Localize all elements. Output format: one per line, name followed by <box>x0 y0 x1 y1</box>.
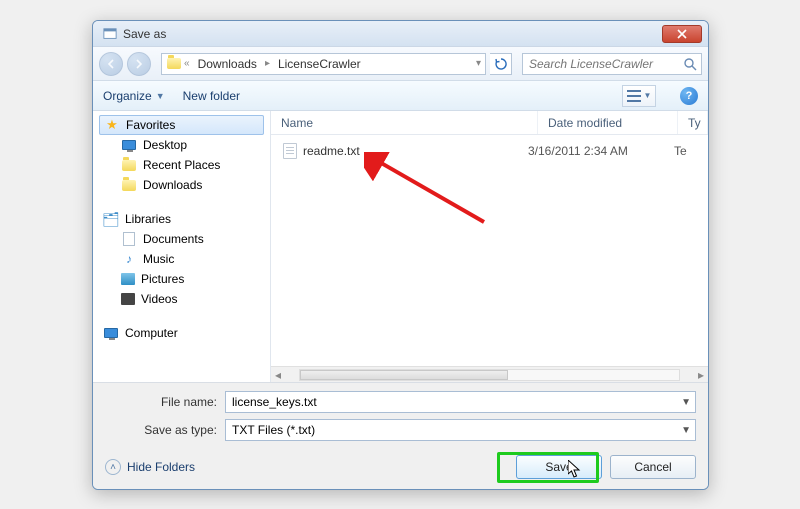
file-type: Te <box>674 144 704 158</box>
chevron-up-icon: ˄ <box>105 459 121 475</box>
chevron-right-icon: ▸ <box>265 58 270 69</box>
sidebar-item-label: Recent Places <box>143 158 220 172</box>
search-input[interactable] <box>523 54 701 74</box>
nav-forward-button[interactable] <box>127 52 151 76</box>
arrow-right-icon <box>134 59 144 69</box>
column-header-name[interactable]: Name <box>271 111 538 134</box>
new-folder-button[interactable]: New folder <box>183 89 240 103</box>
sidebar-item-documents[interactable]: Documents <box>99 229 270 249</box>
close-button[interactable] <box>662 25 702 43</box>
help-icon: ? <box>686 90 693 102</box>
save-form: File name: ▼ Save as type: TXT Files (*.… <box>93 382 708 489</box>
refresh-icon <box>495 58 507 70</box>
file-name: readme.txt <box>303 144 522 158</box>
sidebar-group-favorites[interactable]: ★ Favorites <box>99 115 264 135</box>
refresh-button[interactable] <box>490 53 512 75</box>
file-date: 3/16/2011 2:34 AM <box>528 144 668 158</box>
sidebar-item-videos[interactable]: Videos <box>99 289 270 309</box>
arrow-left-icon <box>106 59 116 69</box>
window-title: Save as <box>123 27 662 41</box>
address-breadcrumb[interactable]: « Downloads ▸ LicenseCrawler ▾ <box>161 53 486 75</box>
column-headers: Name Date modified Ty <box>271 111 708 135</box>
column-header-date[interactable]: Date modified <box>538 111 678 134</box>
sidebar-item-downloads[interactable]: Downloads <box>99 175 270 195</box>
sidebar-group-label: Computer <box>125 326 178 340</box>
folder-icon <box>121 157 137 173</box>
sidebar-item-label: Pictures <box>141 272 184 286</box>
column-header-type[interactable]: Ty <box>678 111 708 134</box>
computer-icon <box>103 325 119 341</box>
text-file-icon <box>283 143 297 159</box>
search-icon <box>683 57 697 71</box>
nav-back-button[interactable] <box>99 52 123 76</box>
sidebar-group-label: Favorites <box>126 118 175 132</box>
save-button[interactable]: Save <box>516 455 602 479</box>
sidebar-item-label: Downloads <box>143 178 202 192</box>
sidebar-item-label: Desktop <box>143 138 187 152</box>
sidebar-item-label: Music <box>143 252 174 266</box>
window-icon <box>103 27 117 41</box>
view-options-button[interactable]: ▼ <box>622 85 656 107</box>
folder-icon <box>121 177 137 193</box>
sidebar-item-desktop[interactable]: Desktop <box>99 135 270 155</box>
monitor-icon <box>121 137 137 153</box>
documents-icon <box>121 231 137 247</box>
breadcrumb-item[interactable]: LicenseCrawler <box>272 57 367 71</box>
scroll-left-icon[interactable]: ◂ <box>271 368 285 382</box>
filename-field[interactable]: ▼ <box>225 391 696 413</box>
scrollbar-thumb[interactable] <box>300 370 508 380</box>
sidebar-item-recent-places[interactable]: Recent Places <box>99 155 270 175</box>
chevron-down-icon: ▼ <box>156 91 165 101</box>
chevron-right-icon: « <box>184 58 190 69</box>
sidebar-group-libraries[interactable]: 🗂 Libraries <box>99 209 270 229</box>
hide-folders-button[interactable]: ˄ Hide Folders <box>105 459 195 475</box>
savetype-value: TXT Files (*.txt) <box>232 423 315 437</box>
chevron-down-icon[interactable]: ▼ <box>681 425 691 436</box>
pictures-icon <box>121 273 135 285</box>
chevron-down-icon: ▼ <box>644 91 652 100</box>
save-as-dialog: Save as « Downloads ▸ LicenseCrawler ▾ <box>92 20 709 490</box>
sidebar-group-computer[interactable]: Computer <box>99 323 270 343</box>
search-box[interactable] <box>522 53 702 75</box>
videos-icon <box>121 293 135 305</box>
libraries-icon: 🗂 <box>103 211 119 227</box>
star-icon: ★ <box>104 117 120 133</box>
folder-icon <box>166 56 182 72</box>
sidebar-group-label: Libraries <box>125 212 171 226</box>
toolbar: Organize ▼ New folder ▼ ? <box>93 81 708 111</box>
sidebar-item-music[interactable]: ♪ Music <box>99 249 270 269</box>
chevron-down-icon[interactable]: ▼ <box>681 397 691 408</box>
organize-button[interactable]: Organize ▼ <box>103 89 165 103</box>
cancel-button[interactable]: Cancel <box>610 455 696 479</box>
filename-input[interactable] <box>232 395 689 409</box>
music-icon: ♪ <box>121 251 137 267</box>
close-icon <box>677 29 687 39</box>
sidebar-item-label: Videos <box>141 292 177 306</box>
savetype-label: Save as type: <box>105 423 225 437</box>
breadcrumb-item[interactable]: Downloads <box>192 57 263 71</box>
file-row[interactable]: readme.txt 3/16/2011 2:34 AM Te <box>275 141 704 161</box>
titlebar: Save as <box>93 21 708 47</box>
filename-label: File name: <box>105 395 225 409</box>
list-view-icon <box>627 90 641 102</box>
hide-folders-label: Hide Folders <box>127 460 195 474</box>
help-button[interactable]: ? <box>680 87 698 105</box>
chevron-down-icon[interactable]: ▾ <box>476 58 481 69</box>
sidebar-item-label: Documents <box>143 232 204 246</box>
horizontal-scrollbar[interactable]: ◂ ▸ <box>271 366 708 382</box>
sidebar-item-pictures[interactable]: Pictures <box>99 269 270 289</box>
savetype-field[interactable]: TXT Files (*.txt) ▼ <box>225 419 696 441</box>
scroll-right-icon[interactable]: ▸ <box>694 368 708 382</box>
nav-bar: « Downloads ▸ LicenseCrawler ▾ <box>93 47 708 81</box>
navigation-pane: ★ Favorites Desktop Recent Places Downlo… <box>93 111 271 382</box>
file-list: Name Date modified Ty readme.txt 3/16/20… <box>271 111 708 382</box>
